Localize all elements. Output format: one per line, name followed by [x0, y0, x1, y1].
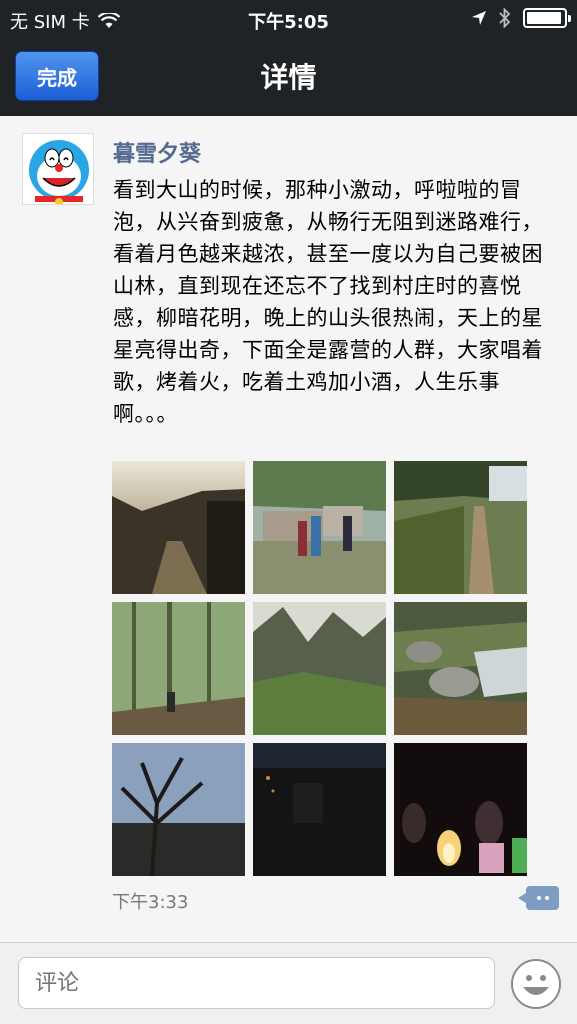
post-text: 看到大山的时候，那种小激动，呼啦啦的冒泡，从兴奋到疲惫，从畅行无阻到迷路难行，看… — [113, 178, 543, 426]
comment-bar — [0, 942, 577, 1024]
nav-bar: 完成 详情 — [0, 38, 577, 116]
page-title: 详情 — [260, 61, 317, 94]
emoji-button[interactable] — [511, 959, 561, 1009]
photo-field-trail[interactable] — [394, 461, 527, 594]
photo-campfire-night[interactable] — [394, 743, 527, 876]
photo-grid — [112, 461, 527, 876]
status-right — [471, 8, 571, 28]
comment-bubble-icon[interactable] — [518, 886, 559, 910]
photo-village-hikers[interactable] — [253, 461, 386, 594]
photo-forest-hiker[interactable] — [112, 602, 245, 735]
smiley-icon — [523, 975, 549, 995]
photo-mountain-valley[interactable] — [253, 602, 386, 735]
photo-stream-rocks[interactable] — [394, 602, 527, 735]
status-bar: 无 SIM 卡 下午5:05 — [0, 0, 577, 38]
comment-input[interactable] — [18, 957, 495, 1009]
post-timestamp: 下午3:33 — [112, 892, 189, 913]
location-arrow-icon — [472, 11, 486, 25]
username[interactable]: 暮雪夕葵 — [113, 136, 201, 168]
post-detail: 暮雪夕葵 看到大山的时候，那种小激动，呼啦啦的冒泡，从兴奋到疲惫，从畅行无阻到迷… — [0, 116, 577, 942]
photo-sunset-path[interactable] — [112, 461, 245, 594]
avatar[interactable] — [22, 133, 94, 205]
photo-dusk-tree[interactable] — [112, 743, 245, 876]
battery-icon — [523, 8, 571, 28]
photo-night-village[interactable] — [253, 743, 386, 876]
bluetooth-icon — [499, 8, 511, 28]
doraemon-avatar-icon — [23, 134, 93, 204]
